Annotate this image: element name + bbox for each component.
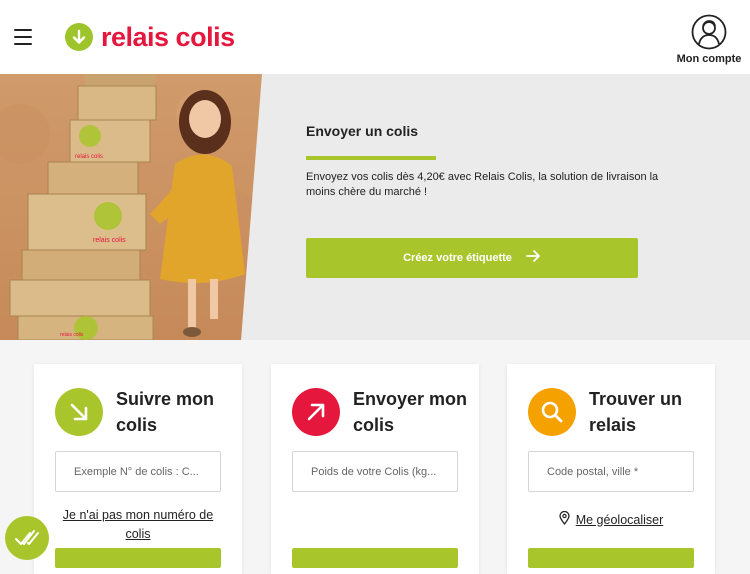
tracking-number-input[interactable] (55, 451, 221, 492)
card-title: Envoyer mon colis (353, 389, 468, 435)
hero-banner: relais colis relais colis relais colis E… (0, 74, 750, 340)
send-parcel-card: Envoyer mon colis (271, 364, 479, 574)
create-label-button[interactable]: Créez votre étiquette (306, 238, 638, 278)
card-title: Suivre mon colis (116, 389, 215, 435)
arrow-right-icon (526, 249, 541, 267)
track-parcel-card: Suivre mon colis Je n'ai pas mon numéro … (34, 364, 242, 574)
hero-accent-bar (306, 156, 436, 160)
arrow-down-right-icon (55, 388, 103, 436)
postal-code-input[interactable] (528, 451, 694, 492)
card-title: Trouver un relais (589, 389, 683, 435)
send-submit-button[interactable] (292, 548, 458, 568)
photo-box-label: relais colis (93, 237, 126, 244)
site-header: relais colis Mon compte (0, 0, 750, 74)
account-button[interactable]: Mon compte (674, 14, 744, 65)
arrow-up-right-icon (292, 388, 340, 436)
geolocate-link[interactable]: Me géolocaliser (528, 510, 694, 528)
find-submit-button[interactable] (528, 548, 694, 568)
user-icon (691, 14, 727, 50)
find-relay-card: Trouver un relais Me géolocaliser (507, 364, 715, 574)
photo-box-label: relais colis (75, 154, 103, 160)
relais-colis-logo[interactable]: relais colis (65, 23, 235, 51)
parcel-weight-input[interactable] (292, 451, 458, 492)
track-submit-button[interactable] (55, 548, 221, 568)
logo-text: relais colis (101, 22, 235, 52)
floating-check-badge[interactable] (5, 516, 49, 560)
hero-title: Envoyer un colis (306, 123, 419, 139)
account-label: Mon compte (676, 53, 742, 65)
no-tracking-number-link[interactable]: Je n'ai pas mon numéro de colis (55, 506, 221, 544)
hero-description: Envoyez vos colis dès 4,20€ avec Relais … (306, 171, 659, 198)
search-icon (528, 388, 576, 436)
location-pin-icon (559, 510, 570, 528)
hero-photo-girl-with-boxes: relais colis relais colis relais colis (0, 74, 262, 340)
photo-box-label: relais colis (60, 332, 84, 338)
hamburger-menu-icon[interactable] (14, 29, 32, 45)
create-label-button-label: Créez votre étiquette (403, 252, 512, 264)
logo-arrow-icon (65, 23, 93, 51)
geolocate-label: Me géolocaliser (575, 512, 664, 527)
